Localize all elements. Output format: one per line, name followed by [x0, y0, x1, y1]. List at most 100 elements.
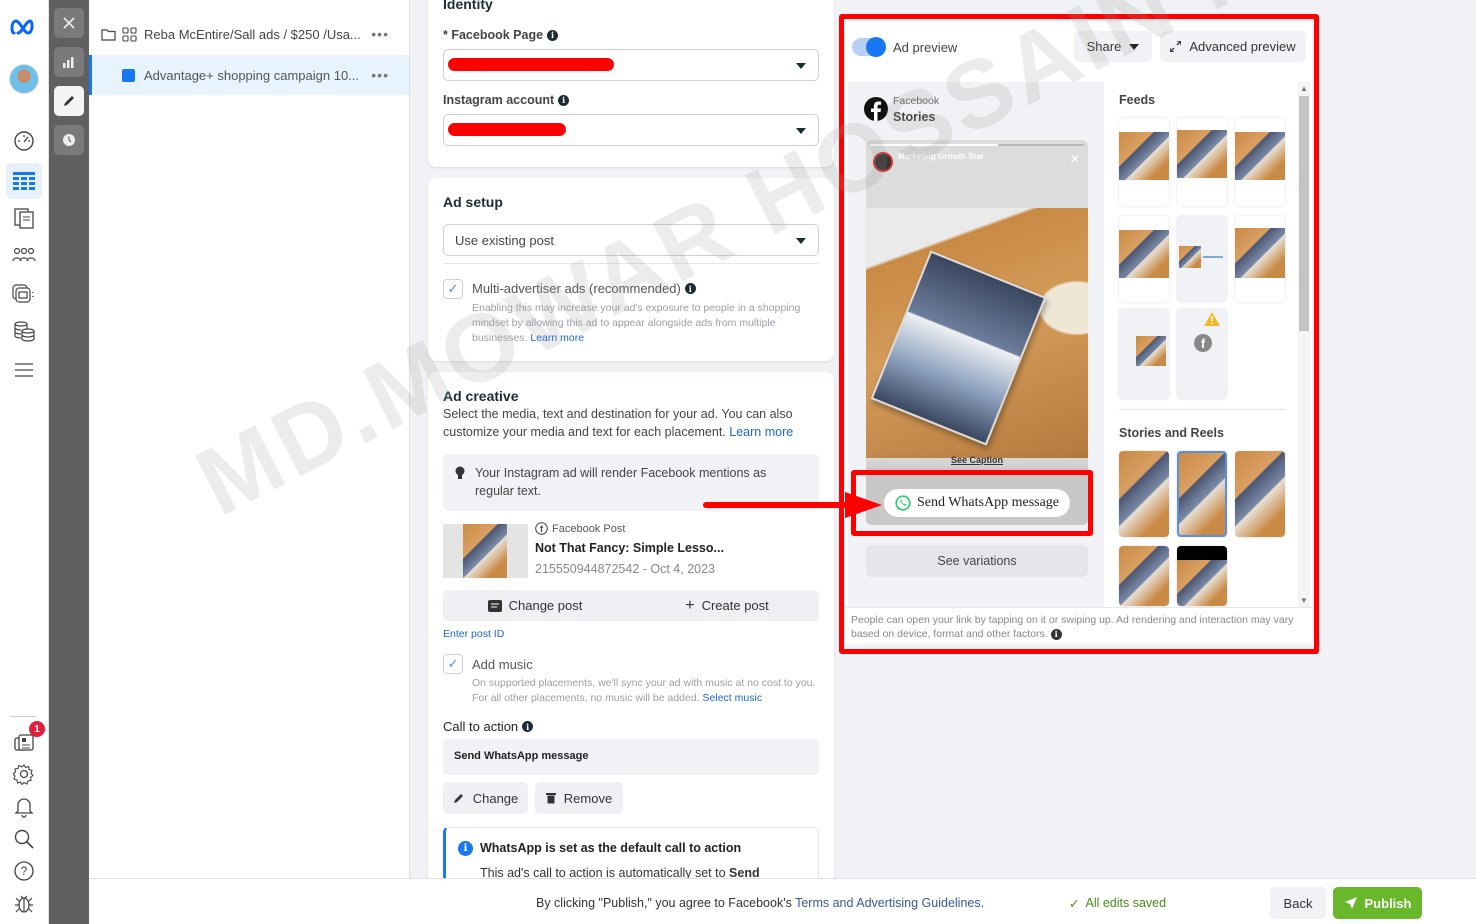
clock-icon — [63, 134, 75, 146]
add-music-checkbox[interactable]: ✓ — [443, 654, 463, 674]
post-icon — [487, 599, 502, 612]
redaction-mark — [448, 123, 566, 136]
info-icon: i — [547, 29, 559, 41]
divider — [10, 716, 36, 717]
campaign-tree: Reba McEntire/Sall ads / $250 /Usa... ••… — [89, 0, 410, 878]
help-icon[interactable]: ? — [9, 856, 39, 886]
avatar[interactable] — [9, 64, 39, 94]
chevron-down-icon — [796, 238, 806, 244]
ad-format-value: Use existing post — [455, 232, 554, 248]
search-icon[interactable] — [9, 824, 39, 854]
info-icon: i — [558, 94, 570, 106]
send-icon — [1344, 897, 1357, 909]
adset-icon — [122, 68, 135, 82]
catalog-icon[interactable] — [9, 278, 39, 308]
campaign-name: Reba McEntire/Sall ads / $250 /Usa... — [144, 26, 361, 42]
ads-manager-icon[interactable] — [6, 163, 42, 199]
info-icon: i — [458, 841, 473, 856]
reports-button[interactable] — [54, 47, 84, 77]
create-post-button[interactable]: + Create post — [635, 597, 819, 615]
global-nav: 1 ? — [0, 0, 49, 924]
audiences-icon[interactable] — [9, 240, 39, 270]
enter-post-id-link[interactable]: Enter post ID — [443, 628, 504, 640]
redaction-mark — [448, 58, 614, 71]
trash-icon — [545, 793, 556, 804]
annotation-box-preview — [839, 14, 1319, 654]
multi-advertiser-desc: Enabling this may increase your ad's exp… — [472, 302, 801, 344]
folder-icon — [101, 28, 116, 41]
multi-advertiser-label: Multi-advertiser ads (recommended) i — [472, 281, 696, 296]
ad-creative-card: Ad creative Select the media, text and d… — [428, 372, 834, 878]
svg-text:?: ? — [21, 864, 28, 878]
ad-creative-title: Ad creative — [443, 388, 519, 404]
adset-name: Advantage+ shopping campaign 10... — [144, 67, 360, 83]
remove-cta-button[interactable]: Remove — [535, 782, 623, 814]
change-post-button[interactable]: Change post — [443, 598, 627, 613]
footer-bar: By clicking "Publish," you agree to Face… — [89, 878, 1476, 924]
identity-card: Identity * Facebook Page i Instagram acco… — [428, 0, 834, 167]
instagram-account-label: Instagram account i — [443, 93, 570, 107]
lightbulb-icon — [455, 466, 465, 479]
post-actions: Change post + Create post — [443, 590, 819, 621]
terms-link[interactable]: Terms and Advertising Guidelines — [795, 896, 981, 910]
editor-toolbar — [49, 0, 89, 924]
select-music-link[interactable]: Select music — [703, 692, 763, 704]
banner-title: WhatsApp is set as the default call to a… — [480, 841, 742, 855]
identity-title: Identity — [443, 0, 493, 12]
info-icon: i — [522, 721, 534, 732]
campaign-grid-icon — [122, 26, 137, 42]
meta-logo-icon[interactable] — [9, 12, 39, 42]
divider — [443, 263, 819, 264]
annotation-box-cta — [851, 470, 1093, 536]
post-title: Not That Fancy: Simple Lesso... — [535, 541, 724, 555]
menu-icon[interactable] — [9, 355, 39, 385]
pencil-icon — [453, 794, 463, 803]
change-cta-button[interactable]: Change — [443, 782, 528, 814]
back-button[interactable]: Back — [1270, 887, 1326, 919]
notification-badge: 1 — [29, 721, 45, 737]
settings-icon[interactable] — [9, 759, 39, 789]
post-thumbnail — [443, 524, 528, 578]
ad-setup-card: Ad setup Use existing post ✓ Multi-adver… — [428, 178, 834, 361]
dashboard-icon[interactable] — [9, 126, 39, 156]
adset-more-button[interactable]: ••• — [371, 67, 389, 83]
edit-button[interactable] — [54, 86, 84, 116]
ad-creative-desc: Select the media, text and destination f… — [443, 407, 794, 439]
inbox-icon[interactable]: 1 — [9, 721, 45, 757]
tree-row-campaign[interactable]: Reba McEntire/Sall ads / $250 /Usa... ••… — [89, 14, 409, 54]
add-music-desc: On supported placements, we'll sync your… — [472, 677, 816, 704]
chevron-down-icon — [796, 128, 806, 134]
pages-icon[interactable] — [9, 203, 39, 233]
learn-more-link[interactable]: Learn more — [729, 425, 793, 439]
billing-icon[interactable] — [9, 316, 39, 346]
campaign-more-button[interactable]: ••• — [371, 26, 389, 42]
learn-more-link[interactable]: Learn more — [530, 332, 584, 344]
tree-row-adset[interactable]: Advantage+ shopping campaign 10... ••• — [89, 55, 409, 95]
save-status: ✓ All edits saved — [1069, 896, 1167, 911]
cta-label: Call to action i — [443, 719, 534, 734]
post-meta: 215550944872542 - Oct 4, 2023 — [535, 562, 716, 576]
info-icon: i — [684, 283, 696, 294]
ad-format-select[interactable]: Use existing post — [443, 224, 819, 256]
multi-advertiser-checkbox[interactable]: ✓ — [443, 279, 463, 299]
plus-icon: + — [685, 596, 695, 614]
close-button[interactable] — [54, 8, 84, 38]
cta-select[interactable]: Send WhatsApp message — [443, 739, 819, 775]
publish-agreement: By clicking "Publish," you agree to Face… — [536, 896, 985, 910]
annotation-arrow — [703, 492, 882, 518]
bug-icon[interactable] — [9, 888, 39, 918]
history-button[interactable] — [54, 125, 84, 155]
whatsapp-info-banner: i WhatsApp is set as the default call to… — [443, 827, 819, 878]
facebook-page-select[interactable] — [443, 49, 819, 81]
facebook-page-label: * Facebook Page i — [443, 28, 559, 42]
check-icon: ✓ — [1069, 897, 1080, 911]
ad-editor-panel: Identity * Facebook Page i Instagram acco… — [410, 0, 838, 878]
publish-button[interactable]: Publish — [1333, 887, 1422, 919]
ad-setup-title: Ad setup — [443, 194, 503, 210]
bell-icon[interactable] — [9, 792, 39, 822]
post-source: f Facebook Post — [535, 522, 625, 535]
pencil-icon — [64, 96, 74, 106]
instagram-account-select[interactable] — [443, 114, 819, 146]
facebook-icon: f — [535, 522, 548, 535]
svg-text:f: f — [540, 524, 544, 534]
